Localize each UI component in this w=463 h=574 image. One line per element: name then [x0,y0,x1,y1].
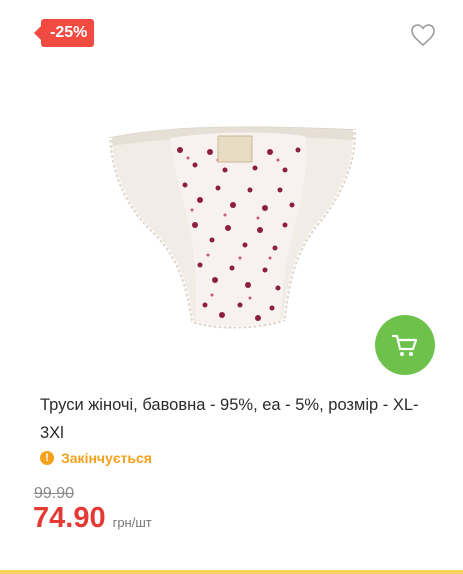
product-image[interactable] [100,90,370,340]
discount-badge: -25% [33,19,95,47]
price-unit: грн/шт [112,515,152,530]
old-price: 99.90 [34,485,75,502]
price-row: 74.90 грн/шт [33,502,152,535]
stock-status-text: Закінчується [61,450,152,466]
warning-icon: ! [40,451,54,465]
favorite-heart-icon[interactable] [409,22,437,48]
cart-icon [391,334,418,356]
product-card[interactable]: -25% Труси жіночі, бавовна - 95%, еа - 5… [0,0,463,574]
current-price: 74.90 [33,502,106,534]
stock-status: ! Закінчується [40,450,152,466]
product-title[interactable]: Труси жіночі, бавовна - 95%, еа - 5%, ро… [40,391,440,447]
card-bottom-divider [0,570,463,574]
add-to-cart-button[interactable] [375,315,435,375]
